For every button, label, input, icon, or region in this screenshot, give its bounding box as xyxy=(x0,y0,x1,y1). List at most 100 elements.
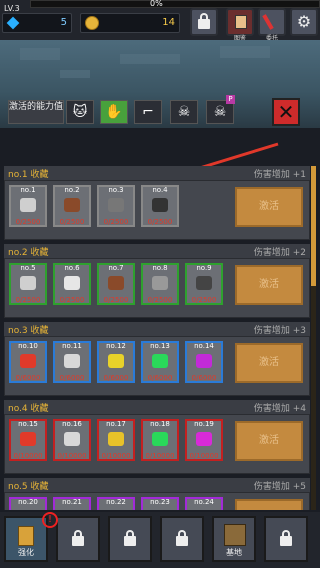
group-body: no.5 0/2500 no.6 0/2500 no.7 0/2500 no.8 0/… xyxy=(4,258,310,318)
material-icon xyxy=(152,432,168,446)
collection-item[interactable]: no.2 0/2500 xyxy=(53,185,91,227)
collection-item[interactable]: no.11 0/6000 xyxy=(53,341,91,383)
item-count: 0/2500 xyxy=(147,218,173,226)
item-count: 0/10000 xyxy=(189,452,219,460)
nav-button[interactable] xyxy=(160,516,204,562)
material-icon xyxy=(196,432,212,446)
tab-gun[interactable]: ⌐ xyxy=(134,100,162,124)
item-number: no.22 xyxy=(106,498,126,506)
gear-icon: ⚙ xyxy=(296,12,312,31)
tab-skull[interactable]: ☠ xyxy=(170,100,198,124)
nav-button[interactable] xyxy=(108,516,152,562)
material-icon xyxy=(196,354,212,368)
collection-group: no.4 收藏 伤害增加 +4 no.15 0/10000 no.16 0/100… xyxy=(4,400,310,476)
item-count: 0/2500 xyxy=(59,218,85,226)
tab-cat[interactable]: 🐱 xyxy=(66,100,94,124)
tab-active-stats[interactable]: 激活的能力值 xyxy=(8,100,64,124)
item-number: no.23 xyxy=(150,498,170,506)
activate-button[interactable]: 激活 xyxy=(235,343,303,383)
collection-item[interactable]: no.18 0/10000 xyxy=(141,419,179,461)
collection-item[interactable]: no.9 0/2500 xyxy=(185,263,223,305)
collection-item[interactable]: no.21 xyxy=(53,497,91,510)
collection-item[interactable]: no.8 0/2500 xyxy=(141,263,179,305)
group-title: no.4 收藏 xyxy=(8,404,49,414)
activate-button[interactable]: 激活 xyxy=(235,499,303,510)
item-number: no.9 xyxy=(196,264,212,272)
coin-icon xyxy=(85,16,99,30)
material-icon xyxy=(64,198,80,212)
collection-item[interactable]: no.6 0/2500 xyxy=(53,263,91,305)
activate-button[interactable]: 激活 xyxy=(235,187,303,227)
skull-p-icon: ☠ xyxy=(213,104,227,120)
group-header: no.1 收藏 伤害增加 +1 xyxy=(4,166,310,180)
close-button[interactable]: ✕ xyxy=(272,98,300,126)
group-bonus: 伤害增加 +3 xyxy=(253,326,306,336)
material-icon xyxy=(64,432,80,446)
collection-item[interactable]: no.12 0/6000 xyxy=(97,341,135,383)
activate-button[interactable]: 激活 xyxy=(235,421,303,461)
collection-item[interactable]: no.16 0/10000 xyxy=(53,419,91,461)
collection-item[interactable]: no.13 0/6000 xyxy=(141,341,179,383)
collection-item[interactable]: no.7 0/2500 xyxy=(97,263,135,305)
lock-icon xyxy=(280,530,292,546)
tab-skull-p[interactable]: ☠ P xyxy=(206,95,235,124)
collection-item[interactable]: no.5 0/2500 xyxy=(9,263,47,305)
collection-item[interactable]: no.1 0/2500 xyxy=(9,185,47,227)
group-header: no.5 收藏 伤害增加 +5 xyxy=(4,478,310,492)
item-count: 0/2500 xyxy=(103,296,129,304)
codex-button[interactable]: 图鉴 xyxy=(226,8,254,42)
collection-list[interactable]: no.1 收藏 伤害增加 +1 no.1 0/2500 no.2 0/2500 no… xyxy=(4,166,310,510)
material-icon xyxy=(20,276,36,290)
collection-item[interactable]: no.20 xyxy=(9,497,47,510)
collection-item[interactable]: no.19 0/10000 xyxy=(185,419,223,461)
item-count: 0/6000 xyxy=(147,374,173,382)
group-body: no.10 0/6000 no.11 0/6000 no.12 0/6000 no.1… xyxy=(4,336,310,396)
nav-button[interactable] xyxy=(264,516,308,562)
gem-count: 5 xyxy=(60,17,67,28)
item-number: no.16 xyxy=(62,420,82,428)
item-number: no.5 xyxy=(20,264,36,272)
tab-hand[interactable]: ✋ xyxy=(100,100,128,124)
collection-item[interactable]: no.10 0/6000 xyxy=(9,341,47,383)
nav-button[interactable]: 强化 xyxy=(4,516,48,562)
activate-label: 激活 xyxy=(259,201,279,212)
material-icon xyxy=(20,354,36,368)
locked-button[interactable] xyxy=(190,8,218,36)
nav-label: 基地 xyxy=(226,548,242,557)
level-label: LV.3 xyxy=(4,4,20,13)
collection-group: no.1 收藏 伤害增加 +1 no.1 0/2500 no.2 0/2500 no… xyxy=(4,166,310,242)
item-number: no.4 xyxy=(152,186,168,194)
collection-item[interactable]: no.22 xyxy=(97,497,135,510)
activate-button[interactable]: 激活 xyxy=(235,265,303,305)
item-number: no.2 xyxy=(64,186,80,194)
collection-item[interactable]: no.14 0/6000 xyxy=(185,341,223,383)
item-count: 0/2500 xyxy=(147,296,173,304)
nav-button[interactable]: 基地 xyxy=(212,516,256,562)
group-body: no.1 0/2500 no.2 0/2500 no.3 0/2500 no.4 0/… xyxy=(4,180,310,240)
material-icon xyxy=(64,354,80,368)
material-icon xyxy=(152,198,168,212)
scrollbar[interactable] xyxy=(311,166,316,510)
collection-group: no.5 收藏 伤害增加 +5 no.20 no.21 no.22 no.23 … xyxy=(4,478,310,510)
collection-item[interactable]: no.23 xyxy=(141,497,179,510)
collection-item[interactable]: no.15 0/10000 xyxy=(9,419,47,461)
item-count: 0/10000 xyxy=(145,452,175,460)
item-count: 0/6000 xyxy=(15,374,41,382)
material-icon xyxy=(152,354,168,368)
group-title: no.3 收藏 xyxy=(8,326,49,336)
item-number: no.19 xyxy=(194,420,214,428)
collection-item[interactable]: no.3 0/2500 xyxy=(97,185,135,227)
collection-item[interactable]: no.24 xyxy=(185,497,223,510)
nav-button[interactable] xyxy=(56,516,100,562)
item-number: no.18 xyxy=(150,420,170,428)
collection-item[interactable]: no.4 0/2500 xyxy=(141,185,179,227)
item-count: 0/6000 xyxy=(103,374,129,382)
collection-item[interactable]: no.17 0/10000 xyxy=(97,419,135,461)
item-count: 0/6000 xyxy=(59,374,85,382)
settings-button[interactable]: ⚙ xyxy=(290,8,318,36)
commission-button[interactable]: 委托 xyxy=(258,8,286,42)
group-title: no.2 收藏 xyxy=(8,248,49,258)
hand-icon: ✋ xyxy=(105,104,123,120)
scroll-thumb[interactable] xyxy=(311,166,316,286)
group-title: no.5 收藏 xyxy=(8,482,49,492)
